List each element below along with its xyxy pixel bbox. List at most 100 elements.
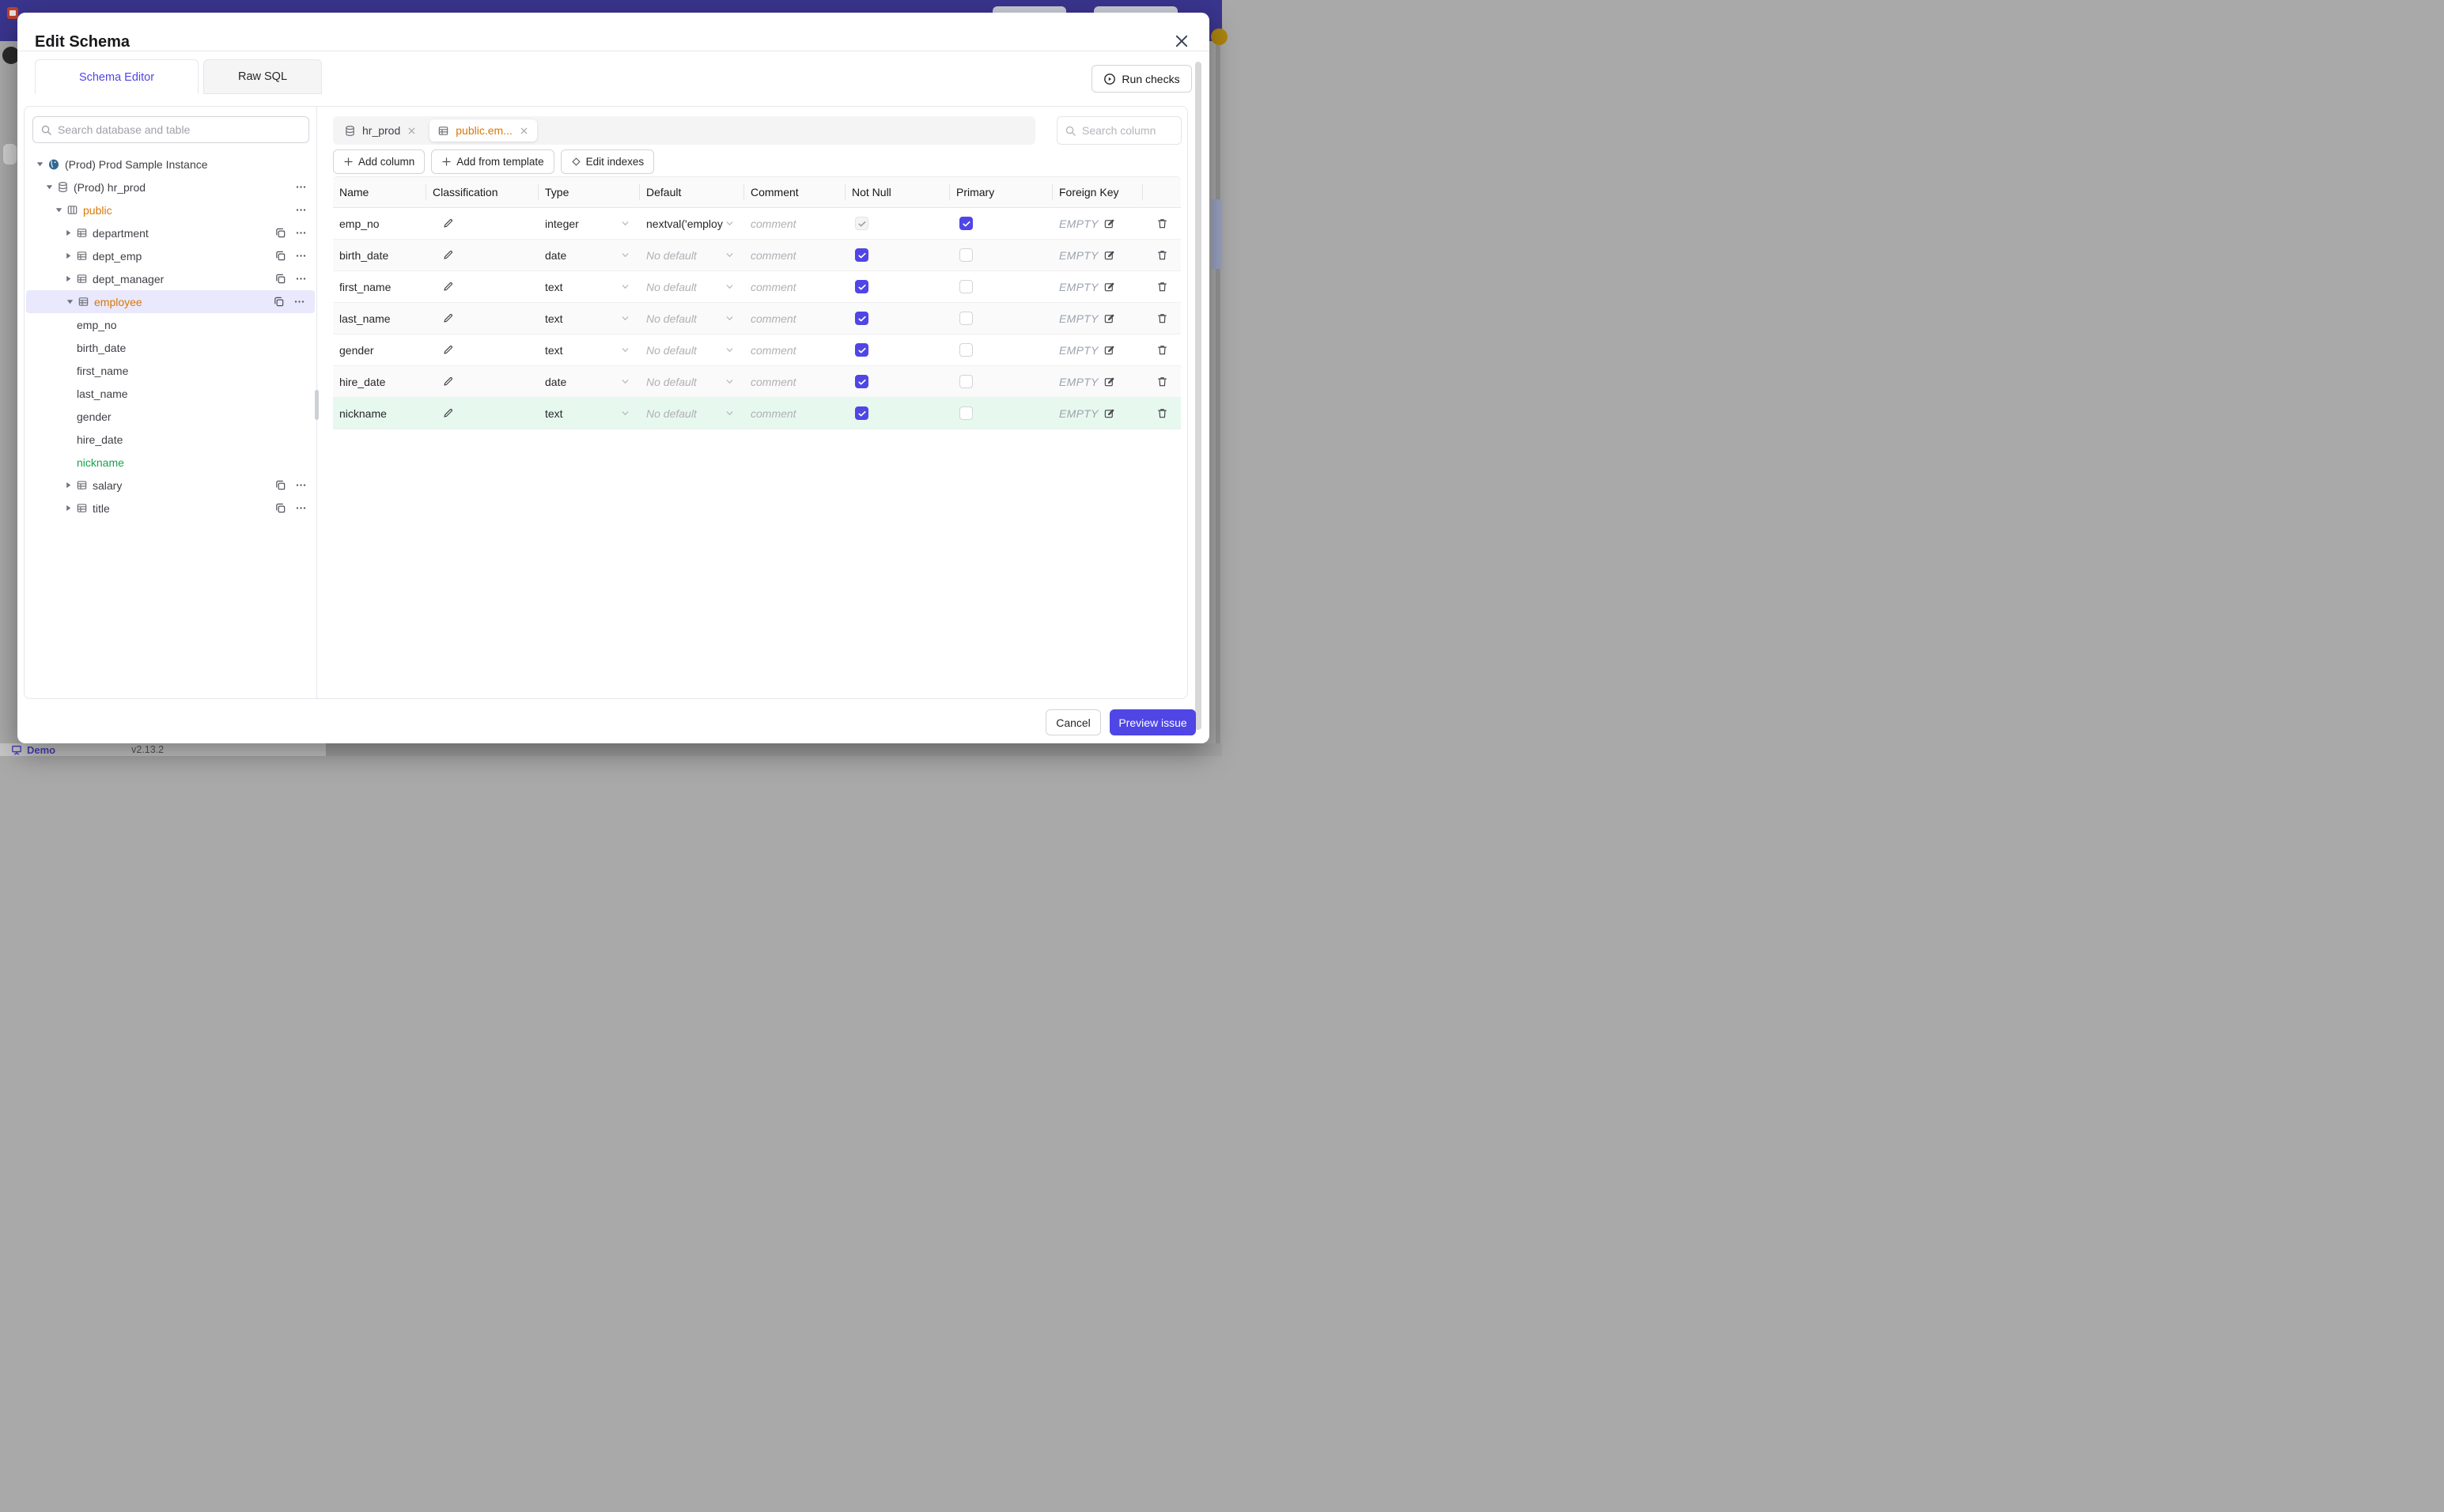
comment-input[interactable]: comment xyxy=(744,303,846,334)
tree-item-employee[interactable]: employee xyxy=(26,290,315,313)
caret-right-icon[interactable] xyxy=(62,251,74,260)
type-select[interactable]: text xyxy=(539,335,640,365)
default-select[interactable]: No default xyxy=(640,271,744,302)
edit-classification-icon[interactable] xyxy=(442,344,454,356)
type-select[interactable]: integer xyxy=(539,208,640,239)
tree-item-hire-date[interactable]: hire_date xyxy=(25,428,316,451)
type-select[interactable]: text xyxy=(539,303,640,334)
edit-foreign-key-icon[interactable] xyxy=(1103,376,1115,387)
close-icon[interactable] xyxy=(407,126,417,136)
comment-input[interactable]: comment xyxy=(744,208,846,239)
caret-down-icon[interactable] xyxy=(53,206,64,214)
copy-icon[interactable] xyxy=(274,273,286,285)
default-select[interactable]: No default xyxy=(640,366,744,397)
not-null-checkbox[interactable] xyxy=(855,248,868,262)
type-select[interactable]: text xyxy=(539,398,640,429)
tree-item-prod-hr-prod[interactable]: (Prod) hr_prod xyxy=(25,176,316,198)
tree-item-nickname[interactable]: nickname xyxy=(25,451,316,474)
column-name-cell[interactable]: hire_date xyxy=(333,366,426,397)
edit-classification-icon[interactable] xyxy=(442,376,454,387)
more-actions-icon[interactable] xyxy=(295,227,307,239)
copy-icon[interactable] xyxy=(273,296,285,308)
delete-column-icon[interactable] xyxy=(1156,376,1168,387)
edit-foreign-key-icon[interactable] xyxy=(1103,281,1115,293)
not-null-checkbox[interactable] xyxy=(855,280,868,293)
caret-down-icon[interactable] xyxy=(34,160,45,168)
dialog-scrollbar-thumb[interactable] xyxy=(1195,62,1201,730)
type-select[interactable]: date xyxy=(539,366,640,397)
caret-right-icon[interactable] xyxy=(62,481,74,490)
column-name-cell[interactable]: nickname xyxy=(333,398,426,429)
not-null-checkbox[interactable] xyxy=(855,406,868,420)
default-select[interactable]: No default xyxy=(640,335,744,365)
primary-checkbox[interactable] xyxy=(959,312,973,325)
tree-search-input[interactable] xyxy=(58,123,301,136)
copy-icon[interactable] xyxy=(274,479,286,491)
column-name-cell[interactable]: last_name xyxy=(333,303,426,334)
not-null-checkbox[interactable] xyxy=(855,343,868,357)
edit-indexes-button[interactable]: Edit indexes xyxy=(560,149,655,174)
comment-input[interactable]: comment xyxy=(744,271,846,302)
delete-column-icon[interactable] xyxy=(1156,281,1168,293)
add-column-button[interactable]: Add column xyxy=(333,149,426,174)
primary-checkbox[interactable] xyxy=(959,217,973,230)
default-select[interactable]: No default xyxy=(640,303,744,334)
edit-classification-icon[interactable] xyxy=(442,217,454,229)
caret-right-icon[interactable] xyxy=(62,229,74,237)
tree-item-birth-date[interactable]: birth_date xyxy=(25,336,316,359)
edit-classification-icon[interactable] xyxy=(442,249,454,261)
run-checks-button[interactable]: Run checks xyxy=(1091,65,1192,93)
primary-checkbox[interactable] xyxy=(959,343,973,357)
editor-tab-hr-prod[interactable]: hr_prod xyxy=(336,119,425,142)
not-null-checkbox[interactable] xyxy=(855,312,868,325)
more-actions-icon[interactable] xyxy=(295,479,307,491)
default-select[interactable]: nextval('employ xyxy=(640,208,744,239)
not-null-checkbox[interactable] xyxy=(855,375,868,388)
copy-icon[interactable] xyxy=(274,502,286,514)
delete-column-icon[interactable] xyxy=(1156,344,1168,356)
comment-input[interactable]: comment xyxy=(744,335,846,365)
edit-foreign-key-icon[interactable] xyxy=(1103,217,1115,229)
caret-down-icon[interactable] xyxy=(64,297,75,306)
default-select[interactable]: No default xyxy=(640,240,744,270)
copy-icon[interactable] xyxy=(274,250,286,262)
column-name-cell[interactable]: emp_no xyxy=(333,208,426,239)
edit-classification-icon[interactable] xyxy=(442,281,454,293)
tree-item-prod-prod-sample-instance[interactable]: (Prod) Prod Sample Instance xyxy=(25,153,316,176)
caret-right-icon[interactable] xyxy=(62,504,74,512)
cancel-button[interactable]: Cancel xyxy=(1046,709,1101,735)
tree-item-department[interactable]: department xyxy=(25,221,316,244)
tab-raw-sql[interactable]: Raw SQL xyxy=(203,59,322,94)
edit-foreign-key-icon[interactable] xyxy=(1103,249,1115,261)
preview-issue-button[interactable]: Preview issue xyxy=(1110,709,1196,735)
column-name-cell[interactable]: gender xyxy=(333,335,426,365)
more-actions-icon[interactable] xyxy=(295,250,307,262)
tree-item-salary[interactable]: salary xyxy=(25,474,316,497)
tree-item-dept-manager[interactable]: dept_manager xyxy=(25,267,316,290)
caret-right-icon[interactable] xyxy=(62,274,74,283)
edit-classification-icon[interactable] xyxy=(442,312,454,324)
edit-foreign-key-icon[interactable] xyxy=(1103,407,1115,419)
comment-input[interactable]: comment xyxy=(744,398,846,429)
edit-foreign-key-icon[interactable] xyxy=(1103,312,1115,324)
comment-input[interactable]: comment xyxy=(744,366,846,397)
add-from-template-button[interactable]: Add from template xyxy=(431,149,554,174)
editor-tab-public-employee[interactable]: public.em... xyxy=(429,119,537,142)
tab-schema-editor[interactable]: Schema Editor xyxy=(35,59,199,94)
more-actions-icon[interactable] xyxy=(295,273,307,285)
column-name-cell[interactable]: birth_date xyxy=(333,240,426,270)
delete-column-icon[interactable] xyxy=(1156,217,1168,229)
more-actions-icon[interactable] xyxy=(295,502,307,514)
tree-item-dept-emp[interactable]: dept_emp xyxy=(25,244,316,267)
primary-checkbox[interactable] xyxy=(959,280,973,293)
column-name-cell[interactable]: first_name xyxy=(333,271,426,302)
close-icon[interactable] xyxy=(1173,32,1192,51)
tree-item-first-name[interactable]: first_name xyxy=(25,359,316,382)
primary-checkbox[interactable] xyxy=(959,248,973,262)
comment-input[interactable]: comment xyxy=(744,240,846,270)
type-select[interactable]: text xyxy=(539,271,640,302)
edit-classification-icon[interactable] xyxy=(442,407,454,419)
tree-item-title[interactable]: title xyxy=(25,497,316,520)
delete-column-icon[interactable] xyxy=(1156,312,1168,324)
primary-checkbox[interactable] xyxy=(959,375,973,388)
